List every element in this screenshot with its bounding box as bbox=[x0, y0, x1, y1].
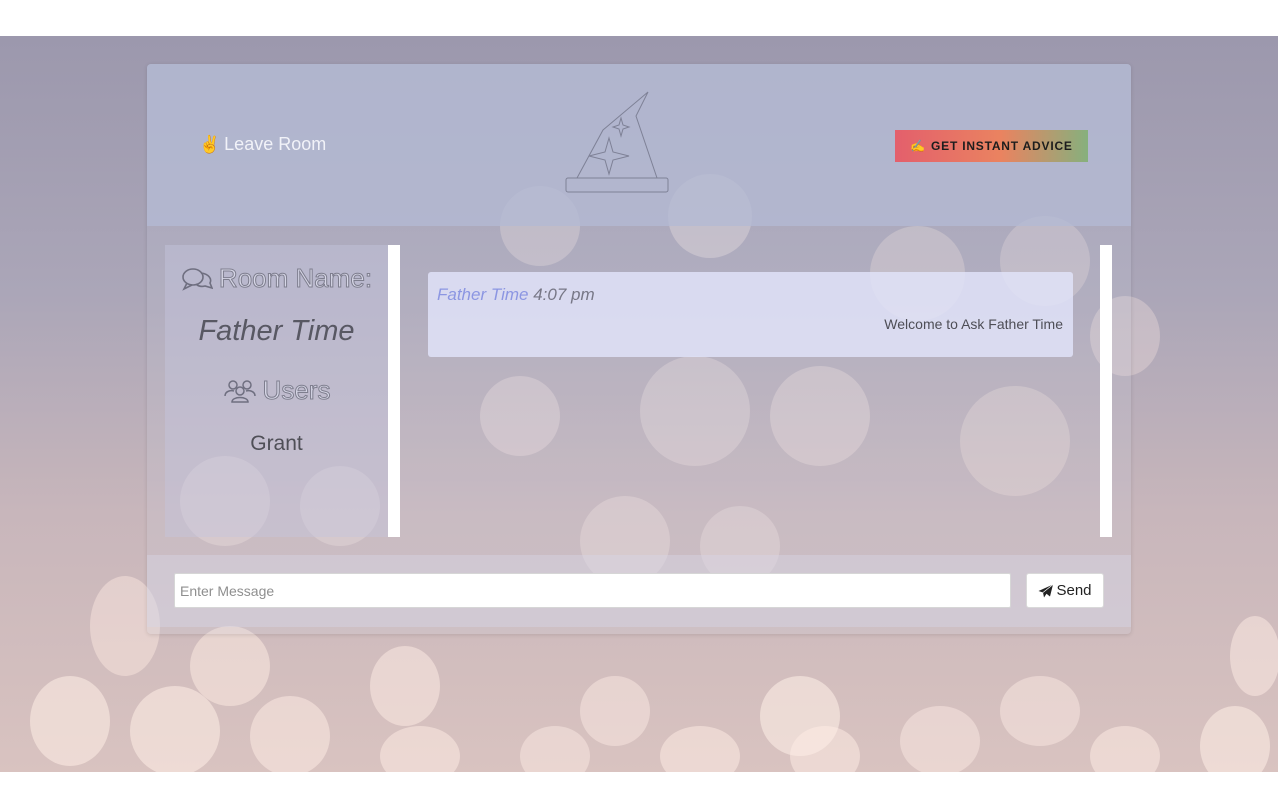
leave-room-link[interactable]: ✌ Leave Room bbox=[199, 134, 326, 155]
chat-scrollbar[interactable] bbox=[1100, 245, 1112, 537]
message-composer: Send bbox=[147, 555, 1131, 627]
wizard-hat-icon bbox=[565, 91, 669, 193]
magic-wand-icon: ✍ bbox=[910, 139, 926, 153]
room-name-heading: Room Name: bbox=[165, 263, 388, 294]
message-author: Father Time bbox=[437, 285, 529, 304]
chat-room-card: ✌ Leave Room ✍ GET INSTANT ADVICE Room N… bbox=[147, 64, 1131, 634]
room-header: ✌ Leave Room ✍ GET INSTANT ADVICE bbox=[147, 64, 1131, 226]
message-text: Welcome to Ask Father Time bbox=[884, 316, 1063, 332]
message-input[interactable] bbox=[174, 573, 1011, 608]
room-name-value: Father Time bbox=[198, 315, 355, 347]
room-sidebar: Room Name: Father Time Users Grant bbox=[165, 245, 388, 537]
message-meta: Father Time 4:07 pm bbox=[437, 285, 595, 305]
peace-hand-icon: ✌ bbox=[199, 134, 221, 154]
users-icon bbox=[223, 379, 256, 403]
leave-room-label: Leave Room bbox=[224, 134, 327, 154]
users-label: Users bbox=[262, 375, 331, 406]
chat-message: Father Time 4:07 pm Welcome to Ask Fathe… bbox=[428, 272, 1073, 357]
users-heading: Users bbox=[165, 375, 388, 406]
user-list-item: Grant bbox=[250, 432, 303, 455]
send-button[interactable]: Send bbox=[1026, 573, 1104, 608]
paper-plane-icon bbox=[1038, 583, 1054, 597]
room-name-label: Room Name: bbox=[218, 263, 373, 294]
get-instant-advice-label: GET INSTANT ADVICE bbox=[931, 139, 1073, 153]
sidebar-scrollbar[interactable] bbox=[388, 245, 400, 537]
get-instant-advice-button[interactable]: ✍ GET INSTANT ADVICE bbox=[895, 130, 1088, 162]
comments-icon bbox=[182, 267, 213, 291]
send-label: Send bbox=[1056, 582, 1092, 599]
message-time: 4:07 pm bbox=[533, 285, 595, 304]
